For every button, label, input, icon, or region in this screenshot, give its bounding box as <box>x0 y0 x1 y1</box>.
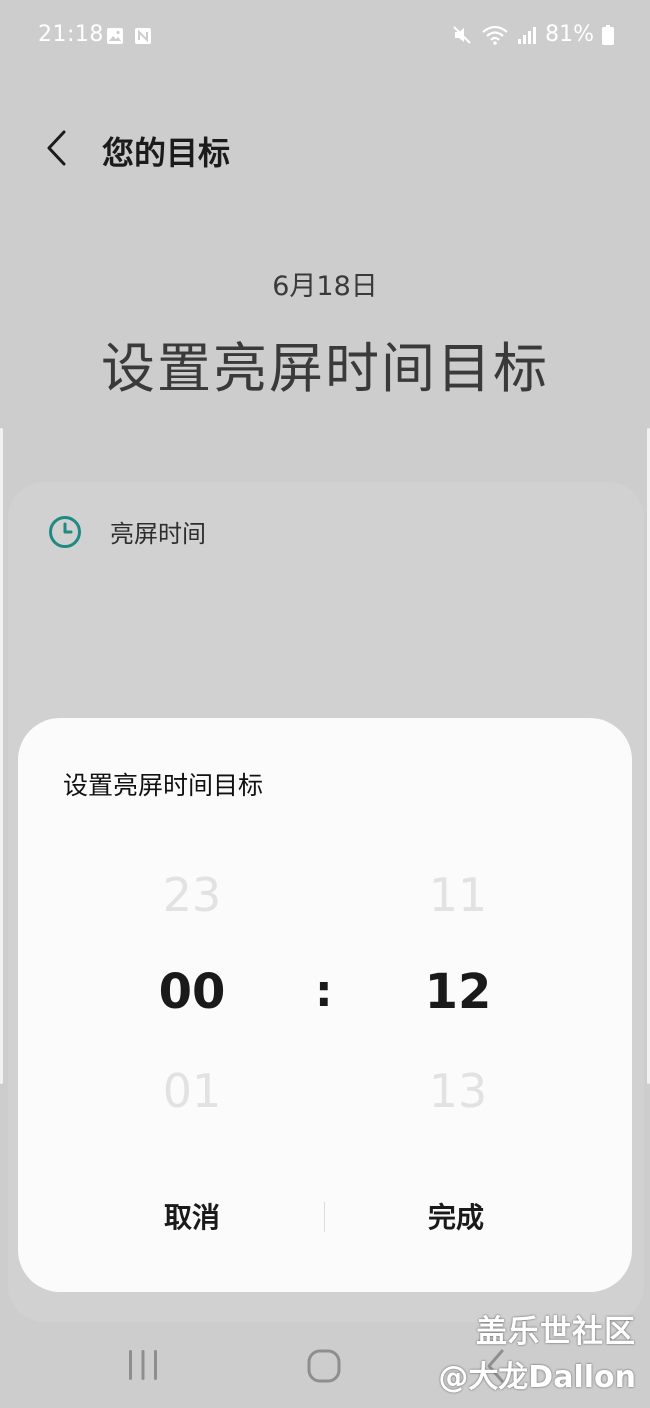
mute-icon <box>453 25 471 44</box>
wifi-icon <box>482 25 508 45</box>
scroll-edge-left <box>0 428 3 1084</box>
hour-next[interactable]: 01 <box>102 1064 282 1118</box>
system-status: 81% <box>451 22 614 47</box>
minute-next[interactable]: 13 <box>368 1064 548 1118</box>
button-divider <box>324 1202 325 1232</box>
cancel-button[interactable]: 取消 <box>92 1196 292 1236</box>
watermark-author: @大龙Dallon <box>438 1360 636 1395</box>
minute-selected[interactable]: 12 <box>368 964 548 1020</box>
hour-selected[interactable]: 00 <box>102 964 282 1020</box>
goal-title: 设置亮屏时间目标 <box>101 337 549 400</box>
back-button[interactable] <box>36 128 76 168</box>
chevron-left-icon <box>47 130 66 166</box>
recent-apps-icon[interactable] <box>126 1348 160 1382</box>
done-button[interactable]: 完成 <box>356 1196 556 1236</box>
battery-icon <box>602 24 614 45</box>
screen-time-row[interactable]: 亮屏时间 <box>48 514 206 549</box>
hour-prev[interactable]: 23 <box>102 868 282 922</box>
status-time: 21:18 <box>38 22 104 47</box>
date-label: 6月18日 <box>272 271 378 302</box>
app-header: 您的目标 <box>0 110 650 186</box>
nfc-icon <box>135 28 151 44</box>
watermark-community: 盖乐世社区 <box>476 1314 636 1350</box>
signal-icon <box>518 26 537 44</box>
status-bar: 21:18 81% <box>0 0 650 76</box>
notification-icons <box>106 27 152 45</box>
gallery-icon <box>107 28 123 44</box>
page-title: 您的目标 <box>102 134 231 172</box>
time-picker-dialog: 设置亮屏时间目标 23 00 01 : 11 12 13 取消 完成 <box>18 718 632 1292</box>
clock-icon <box>49 515 81 548</box>
battery-percent: 81% <box>545 22 594 47</box>
screen-time-label: 亮屏时间 <box>110 520 206 548</box>
minute-prev[interactable]: 11 <box>368 868 548 922</box>
time-separator: : <box>315 966 333 1017</box>
home-icon[interactable] <box>306 1348 342 1384</box>
